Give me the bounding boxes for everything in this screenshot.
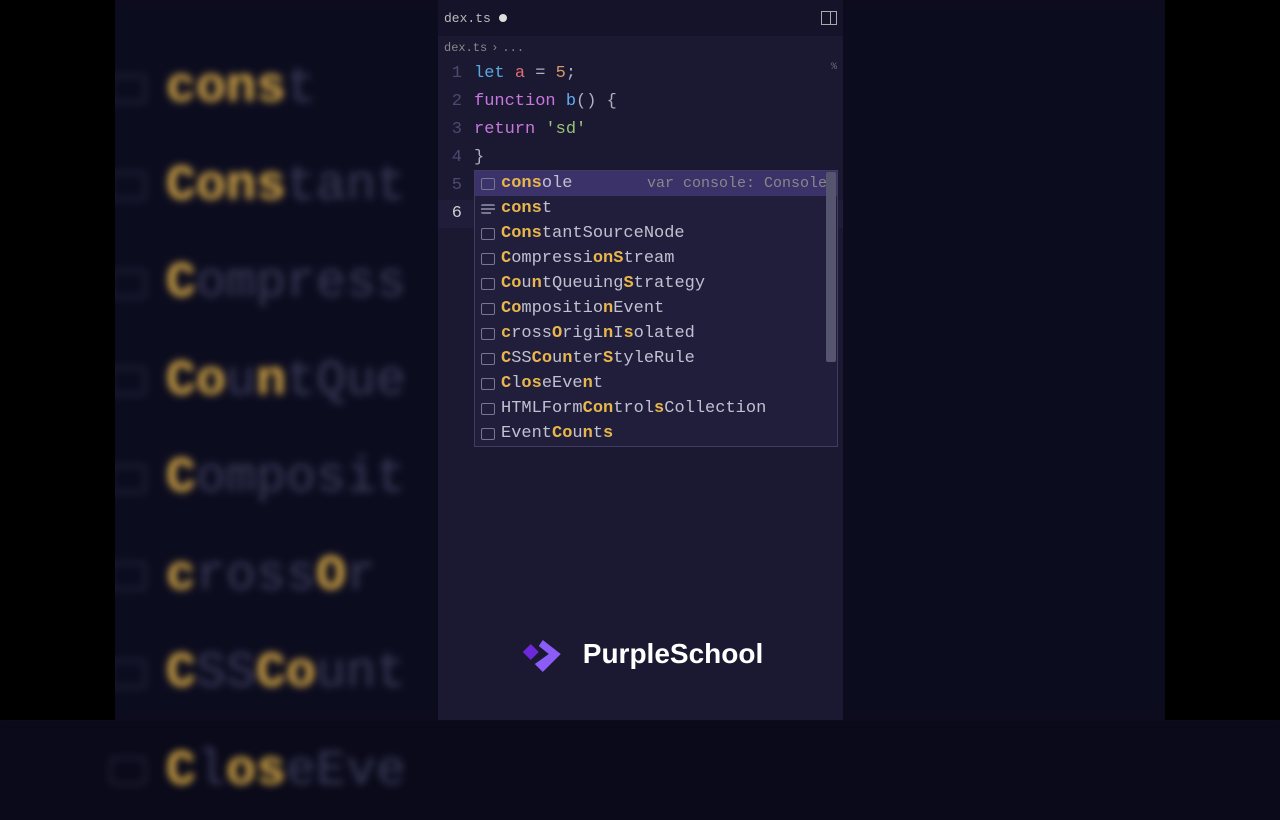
module-icon bbox=[481, 403, 495, 415]
autocomplete-label: HTMLFormControlsCollection bbox=[501, 399, 831, 418]
module-icon bbox=[481, 353, 495, 365]
breadcrumb-rest: ... bbox=[502, 41, 524, 55]
bg-suggestion-row: CountQue bbox=[110, 333, 406, 431]
module-icon bbox=[481, 228, 495, 240]
autocomplete-label: CSSCounterStyleRule bbox=[501, 349, 831, 368]
tab-modified-indicator bbox=[499, 14, 507, 22]
bg-suggestion-row: crossOr bbox=[110, 528, 406, 626]
tab-bar: dex.ts bbox=[438, 0, 843, 36]
breadcrumb-file: dex.ts bbox=[444, 41, 487, 55]
breadcrumb[interactable]: dex.ts › ... bbox=[438, 36, 843, 60]
line-number: 3 bbox=[438, 116, 474, 144]
module-icon bbox=[481, 278, 495, 290]
code-line[interactable]: 1let a = 5; bbox=[438, 60, 843, 88]
letterbox-left bbox=[0, 0, 115, 720]
keyword-icon bbox=[481, 204, 495, 214]
code-line[interactable]: 3 return 'sd' bbox=[438, 116, 843, 144]
autocomplete-label: ConstantSourceNode bbox=[501, 224, 831, 243]
letterbox-right bbox=[1165, 0, 1280, 720]
autocomplete-item[interactable]: CSSCounterStyleRule bbox=[475, 346, 837, 371]
autocomplete-label: const bbox=[501, 199, 831, 218]
line-number: 6 bbox=[438, 200, 474, 228]
line-number: 1 bbox=[438, 60, 474, 88]
autocomplete-item[interactable]: ConstantSourceNode bbox=[475, 221, 837, 246]
module-icon bbox=[481, 328, 495, 340]
autocomplete-popup[interactable]: console var console: Console const Constant… bbox=[474, 170, 838, 447]
autocomplete-label: console bbox=[501, 174, 641, 193]
autocomplete-label: CountQueuingStrategy bbox=[501, 274, 831, 293]
line-number: 4 bbox=[438, 144, 474, 172]
autocomplete-scrollbar[interactable] bbox=[826, 172, 836, 362]
breadcrumb-separator: › bbox=[491, 41, 498, 55]
code-line[interactable]: 2function b() { bbox=[438, 88, 843, 116]
module-icon bbox=[481, 178, 495, 190]
autocomplete-label: EventCounts bbox=[501, 424, 831, 443]
line-number: 2 bbox=[438, 88, 474, 116]
bg-suggestion-row: CloseEve bbox=[110, 723, 406, 820]
autocomplete-label: CloseEvent bbox=[501, 374, 831, 393]
split-editor-icon[interactable] bbox=[821, 11, 837, 25]
autocomplete-item[interactable]: HTMLFormControlsCollection bbox=[475, 396, 837, 421]
autocomplete-label: CompressionStream bbox=[501, 249, 831, 268]
bg-suggestion-row: Composit bbox=[110, 430, 406, 528]
brand-logo-block: PurpleSchool bbox=[517, 632, 763, 676]
module-icon bbox=[481, 428, 495, 440]
autocomplete-detail: var console: Console bbox=[647, 175, 831, 192]
module-icon bbox=[481, 378, 495, 390]
autocomplete-item[interactable]: crossOriginIsolated bbox=[475, 321, 837, 346]
module-icon bbox=[481, 303, 495, 315]
bg-suggestion-row: CSSCount bbox=[110, 625, 406, 723]
bg-suggestion-row: Constant bbox=[110, 138, 406, 236]
autocomplete-item[interactable]: const bbox=[475, 196, 837, 221]
autocomplete-item[interactable]: console var console: Console bbox=[475, 171, 837, 196]
autocomplete-label: crossOriginIsolated bbox=[501, 324, 831, 343]
module-icon bbox=[481, 253, 495, 265]
autocomplete-label: CompositionEvent bbox=[501, 299, 831, 318]
bg-suggestion-row: const bbox=[110, 40, 406, 138]
code-line[interactable]: 4} bbox=[438, 144, 843, 172]
bg-suggestion-row: Compress bbox=[110, 235, 406, 333]
line-number: 5 bbox=[438, 172, 474, 200]
tab-active[interactable]: dex.ts bbox=[444, 11, 507, 26]
editor-pane: dex.ts dex.ts › ... % 1let a = 5;2functi… bbox=[438, 0, 843, 720]
autocomplete-item[interactable]: CountQueuingStrategy bbox=[475, 271, 837, 296]
autocomplete-item[interactable]: EventCounts bbox=[475, 421, 837, 446]
brand-logo-icon bbox=[517, 632, 567, 676]
tab-filename: dex.ts bbox=[444, 11, 491, 26]
autocomplete-item[interactable]: CompressionStream bbox=[475, 246, 837, 271]
autocomplete-item[interactable]: CompositionEvent bbox=[475, 296, 837, 321]
autocomplete-item[interactable]: CloseEvent bbox=[475, 371, 837, 396]
brand-logo-text: PurpleSchool bbox=[583, 638, 763, 670]
